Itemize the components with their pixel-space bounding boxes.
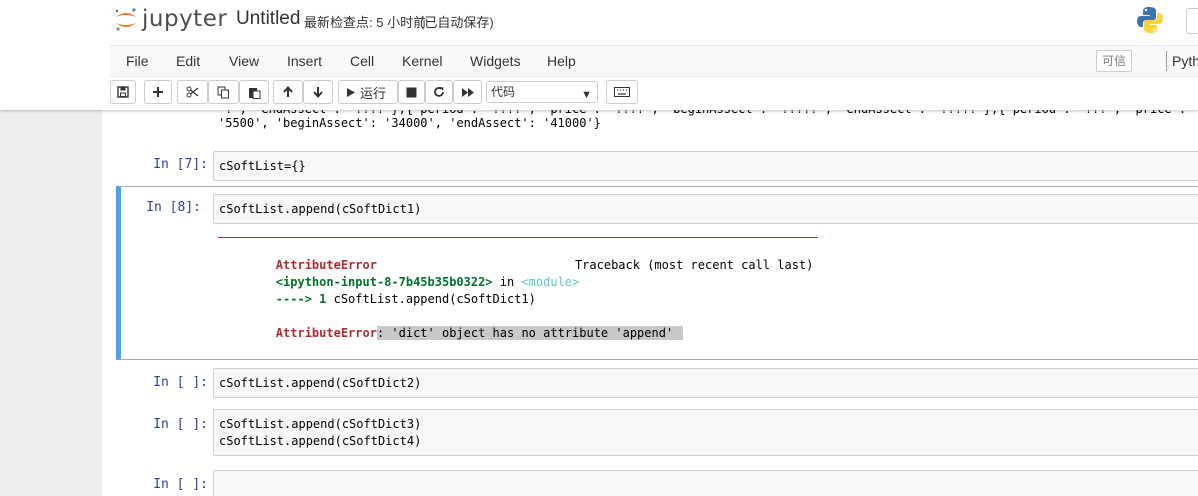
code-input[interactable] [213, 470, 1198, 496]
menu-view[interactable]: View [229, 53, 259, 69]
trusted-indicator[interactable]: 可信 [1096, 50, 1132, 72]
cell-type-value: 代码 [491, 85, 516, 99]
notebook-name[interactable]: Untitled [236, 8, 300, 30]
kernel-separator [1166, 51, 1167, 71]
notebook-container: '?', 'endAssect': '????'},{'period': '??… [102, 110, 1198, 496]
cell-prompt: In [7]: [153, 157, 208, 172]
code-input[interactable]: cSoftList.append(cSoftDict3) cSoftList.a… [213, 409, 1198, 456]
copy-icon [217, 86, 229, 98]
kernel-name[interactable]: Pyth [1172, 53, 1198, 69]
code-text: cSoftList.append(cSoftDict3) [219, 417, 422, 431]
error-name: AttributeError [275, 326, 377, 340]
error-output: AttributeError Traceback (most recent cal… [121, 231, 1198, 351]
error-message: : 'dict' object has no attribute 'append… [376, 326, 684, 340]
run-label: 运行 [360, 85, 387, 101]
cell-prompt: In [ ]: [153, 417, 208, 432]
cell-prompt: In [ ]: [153, 477, 208, 492]
menubar: File Edit View Insert Cell Kernel Widget… [110, 45, 1198, 77]
chevron-down-icon: ▼ [581, 89, 592, 101]
code-input[interactable]: cSoftList={} [213, 151, 1198, 181]
plus-icon [153, 87, 163, 97]
paste-button[interactable] [239, 80, 269, 104]
code-cell[interactable]: In [ ]: cSoftList.append(cSoftDict2) [102, 367, 1198, 399]
copy-button[interactable] [208, 80, 239, 104]
menu-insert[interactable]: Insert [287, 53, 322, 69]
insert-cell-button[interactable] [144, 80, 172, 104]
traceback-rule [218, 237, 818, 238]
code-text: cSoftList.append(cSoftDict2) [219, 376, 422, 390]
menu-edit[interactable]: Edit [176, 53, 200, 69]
play-icon [347, 87, 355, 97]
header: jupyter Untitled 最新检查点: 5 小时前 (已自动保存) Fi… [0, 0, 1198, 110]
fast-forward-icon [461, 87, 474, 97]
cut-button[interactable] [177, 80, 208, 104]
jupyter-logo-icon [115, 8, 136, 31]
traceback-arrow: ----> 1 [275, 292, 334, 306]
menu-help[interactable]: Help [547, 53, 576, 69]
python-logo-icon [1137, 7, 1163, 33]
account-button[interactable] [1186, 8, 1198, 34]
move-down-button[interactable] [303, 80, 333, 104]
command-palette-button[interactable] [606, 80, 638, 104]
cell-type-select[interactable]: 代码 ▼ [486, 81, 598, 103]
code-cell-selected[interactable]: In [8]: cSoftList.append(cSoftDict1) Att… [116, 186, 1198, 360]
restart-button[interactable] [425, 80, 453, 104]
cell-output-previous: '?', 'endAssect': '????'},{'period': '??… [102, 110, 1198, 138]
output-line: '5500', 'beginAssect': '34000', 'endAsse… [218, 116, 601, 130]
move-up-button[interactable] [273, 80, 303, 104]
code-text: cSoftList.append(cSoftDict4) [219, 434, 422, 448]
code-cell[interactable]: In [7]: cSoftList={} [102, 150, 1198, 182]
keyboard-icon [614, 87, 630, 97]
code-input[interactable]: cSoftList.append(cSoftDict1) [213, 194, 1198, 224]
interrupt-button[interactable] [398, 80, 425, 104]
cell-prompt: In [8]: [146, 200, 201, 215]
save-icon [117, 86, 129, 98]
arrow-up-icon [283, 86, 293, 97]
paste-icon [248, 87, 260, 99]
arrow-down-icon [313, 87, 323, 98]
code-cell[interactable]: In [ ]: cSoftList.append(cSoftDict3) cSo… [102, 408, 1198, 456]
traceback-code: cSoftList.append(cSoftDict1) [333, 292, 536, 306]
code-cell[interactable]: In [ ]: [102, 469, 1198, 496]
cell-prompt: In [ ]: [153, 375, 208, 390]
toolbar: 运行 代码 ▼ [110, 78, 1198, 106]
logo-text: jupyter [142, 6, 228, 32]
restart-run-all-button[interactable] [453, 80, 482, 104]
restart-icon [434, 87, 444, 97]
scissors-icon [186, 86, 199, 98]
error-message-line: AttributeError: 'dict' object has no att… [218, 308, 684, 359]
code-text: cSoftList.append(cSoftDict1) [219, 202, 422, 216]
menu-file[interactable]: File [126, 53, 149, 69]
checkpoint-status: 最新检查点: 5 小时前 [304, 15, 427, 30]
autosave-status: (已自动保存) [420, 15, 494, 30]
code-text: cSoftList={} [219, 159, 306, 173]
menu-cell[interactable]: Cell [350, 53, 374, 69]
jupyter-logo[interactable]: jupyter [114, 5, 228, 35]
menu-kernel[interactable]: Kernel [402, 53, 442, 69]
code-input[interactable]: cSoftList.append(cSoftDict2) [213, 368, 1198, 398]
stop-icon [406, 87, 417, 97]
save-button[interactable] [110, 80, 136, 104]
menu-widgets[interactable]: Widgets [470, 53, 521, 69]
run-button[interactable]: 运行 [338, 80, 398, 104]
traceback-label: Traceback (most recent call last) [574, 258, 814, 272]
